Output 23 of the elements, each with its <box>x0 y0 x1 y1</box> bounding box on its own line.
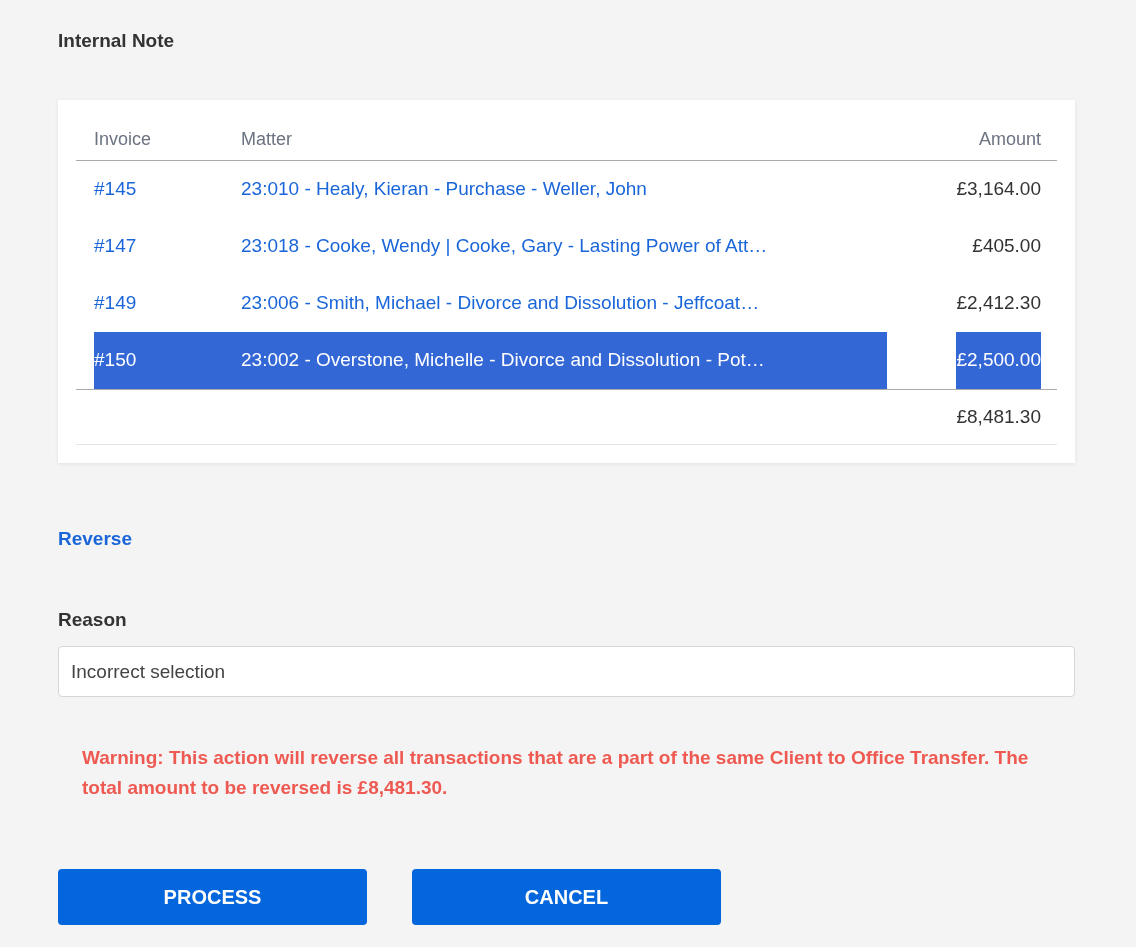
invoice-link[interactable]: #149 <box>94 292 137 314</box>
amount-cell: £2,500.00 <box>956 332 1041 389</box>
section-title: Internal Note <box>58 30 176 52</box>
column-header: Matter <box>241 128 292 149</box>
matter-link[interactable]: 23:010 - Healy, Kieran - Purchase - Weller, John <box>241 178 647 200</box>
matter-link[interactable]: 23:002 - Overstone, Michelle - Divorce and Dissolution - Pot… <box>241 332 887 389</box>
amount-cell-text: £405.00 <box>972 234 1041 259</box>
action-button[interactable]: CANCEL <box>412 869 721 925</box>
amount-cell-text: £2,412.30 <box>956 291 1041 316</box>
action-button[interactable]: PROCESS <box>58 869 367 925</box>
invoice-link[interactable]: #147 <box>94 235 137 257</box>
amount-cell-text: £3,164.00 <box>956 177 1041 202</box>
reason-label: Reason <box>58 607 128 632</box>
matter-link[interactable]: 23:006 - Smith, Michael - Divorce and Dissolution - Jeffcoat… <box>241 292 760 314</box>
warning-message: Warning: This action will reverse all transactions that are a part of the same Client to Office Transfer. The total amount to be reversed is £8,481.30. <box>82 746 1030 800</box>
invoice-link[interactable]: #145 <box>94 178 137 200</box>
invoice-link[interactable]: #150 <box>94 332 241 389</box>
reverse-link[interactable]: Reverse <box>58 525 132 554</box>
column-header: Amount <box>978 128 1041 149</box>
total-amount: £8,481.30 <box>956 404 1041 429</box>
reason-field[interactable]: Incorrect selection <box>58 646 1075 697</box>
matter-link[interactable]: 23:018 - Cooke, Wendy | Cooke, Gary - Lasting Power of Att… <box>241 235 768 257</box>
column-header: Invoice <box>94 128 152 149</box>
